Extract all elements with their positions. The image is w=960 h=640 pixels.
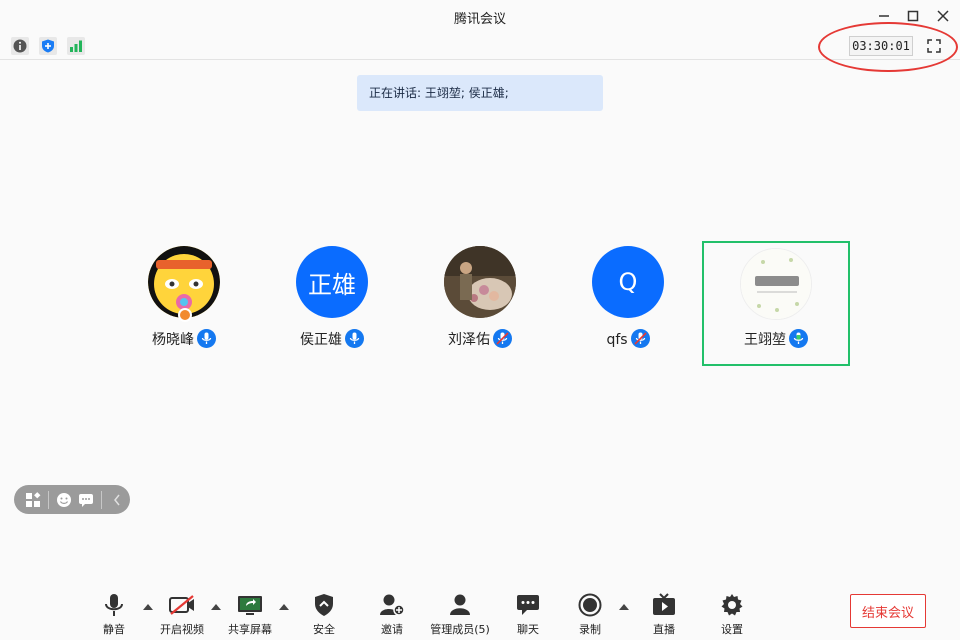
security-button[interactable]: 安全 [294,592,354,638]
emoji-icon[interactable] [55,491,73,509]
participant-name-text: 杨晓峰 [152,332,194,348]
chat-icon [498,592,558,618]
host-badge-icon [178,308,192,322]
avatar [444,246,516,318]
add-user-icon [362,592,422,618]
mute-label: 静音 [103,623,125,636]
participant-name-text: qfs [606,332,628,348]
floating-toolbar [14,485,130,514]
invite-button[interactable]: 邀请 [362,592,422,638]
avatar: Q [592,246,664,318]
shield-icon [294,592,354,618]
participant-tile[interactable]: Q qfs [554,246,702,366]
participant-name-text: 王翊堃 [744,332,786,348]
participant-name: qfs [554,329,702,348]
participant-tile[interactable]: 刘泽佑 [406,246,554,366]
speaking-banner: 正在讲话: 王翊堃; 侯正雄; [357,75,603,111]
meeting-toolbar: 静音 开启视频 共享屏幕 安全 邀请 管理成员(5) 聊天 录制 直播 设置 [0,584,960,640]
end-meeting-button[interactable]: 结束会议 [850,594,926,628]
chat-button[interactable]: 聊天 [498,592,558,638]
chat-label: 聊天 [517,623,539,636]
manage-members-button[interactable]: 管理成员(5) [428,592,492,638]
signal-icon[interactable] [67,37,85,55]
participant-name: 杨晓峰 [110,329,258,349]
mute-button[interactable]: 静音 [84,592,144,638]
share-screen-icon [220,592,280,618]
mic-muted-icon [493,329,512,348]
record-options-caret[interactable] [618,601,630,613]
divider [101,490,102,509]
participant-tile[interactable]: 正雄 侯正雄 [258,246,406,366]
security-label: 安全 [313,623,335,636]
mic-speaking-icon [789,329,808,348]
participant-tile[interactable]: 杨晓峰 [110,246,258,366]
close-button[interactable] [931,6,955,26]
record-icon [560,592,620,618]
window-title: 腾讯会议 [453,12,506,27]
shield-icon[interactable] [39,37,57,55]
title-bar: 腾讯会议 [0,0,960,32]
mic-icon [345,329,364,348]
participant-name: 王翊堃 [704,329,848,349]
info-bar [0,32,960,60]
microphone-icon [84,592,144,618]
participant-name-text: 刘泽佑 [448,332,490,348]
avatar [740,248,812,320]
minimize-button[interactable] [872,6,896,26]
maximize-button[interactable] [901,6,925,26]
members-label: 管理成员(5) [430,623,490,636]
participant-name-text: 侯正雄 [300,332,342,348]
record-button[interactable]: 录制 [560,592,620,638]
mic-icon [197,329,216,348]
meeting-timer: 03:30:01 [849,36,913,56]
mic-muted-icon [630,329,650,348]
video-off-icon [152,592,212,618]
settings-button[interactable]: 设置 [702,592,762,638]
layout-icon[interactable] [24,491,42,509]
record-label: 录制 [579,623,601,636]
participant-tile-active[interactable]: 王翊堃 [702,241,850,366]
info-icon[interactable] [11,37,29,55]
avatar: 正雄 [296,246,368,318]
live-button[interactable]: 直播 [634,592,694,638]
fullscreen-icon[interactable] [924,36,944,56]
start-video-button[interactable]: 开启视频 [152,592,212,638]
share-label: 共享屏幕 [228,623,272,636]
invite-label: 邀请 [381,623,403,636]
participant-name: 刘泽佑 [406,329,554,349]
divider [48,490,49,509]
live-label: 直播 [653,623,675,636]
share-screen-button[interactable]: 共享屏幕 [220,592,280,638]
share-options-caret[interactable] [278,601,290,613]
live-stream-icon [634,592,694,618]
participant-name: 侯正雄 [258,329,406,349]
collapse-icon[interactable] [108,491,126,509]
settings-label: 设置 [721,623,743,636]
chat-bubble-icon[interactable] [77,491,95,509]
video-label: 开启视频 [160,623,204,636]
members-icon [428,592,492,618]
gear-icon [702,592,762,618]
